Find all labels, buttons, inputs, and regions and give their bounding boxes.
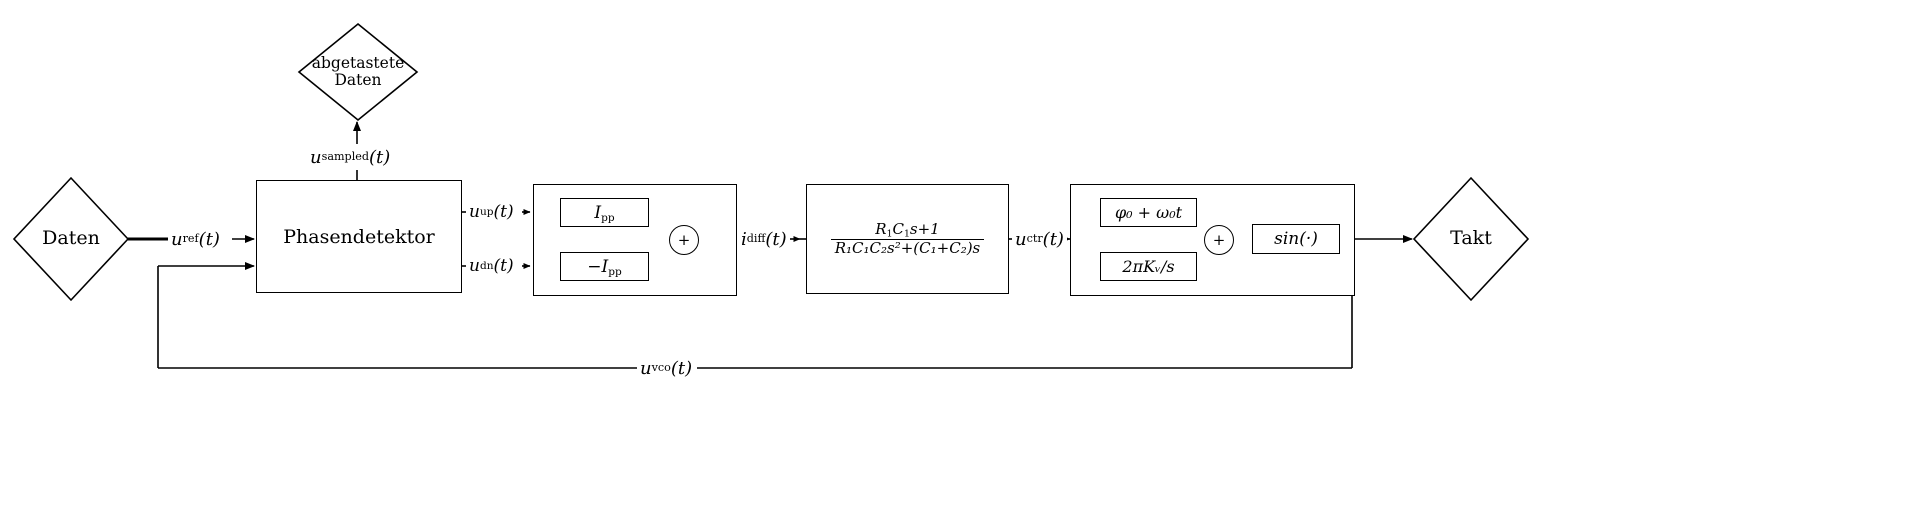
loop-filter-transfer-function: R1C1s+1 R₁C₁C₂s²+(C₁+C₂)s bbox=[830, 219, 985, 257]
loop-filter-block: R1C1s+1 R₁C₁C₂s²+(C₁+C₂)s bbox=[806, 184, 1009, 294]
vco-sine-label: sin(·) bbox=[1274, 229, 1318, 249]
signal-label-u-sampled: u sampled (t) bbox=[307, 144, 394, 170]
vco-integrator-label: 2πKᵥ/s bbox=[1122, 257, 1175, 276]
signal-label-u-up: u up (t) bbox=[466, 199, 517, 225]
phase-detector-label: Phasendetektor bbox=[283, 225, 435, 248]
block-diagram-canvas: Daten abgetastete Daten Phasendetektor I… bbox=[0, 0, 1927, 512]
charge-pump-dn-current-block: −Ipp bbox=[560, 252, 649, 281]
vco-sine-block: sin(·) bbox=[1252, 224, 1340, 254]
phase-detector-block: Phasendetektor bbox=[256, 180, 462, 293]
sampled-data-diamond: abgetastete Daten bbox=[297, 22, 419, 122]
data-source-label: Daten bbox=[42, 227, 100, 250]
sampled-data-label-line2: Daten bbox=[334, 71, 382, 89]
vco-phase-offset-label: φ₀ + ω₀t bbox=[1114, 203, 1183, 222]
loop-filter-numerator: R1C1s+1 bbox=[875, 219, 940, 240]
charge-pump-sum-label: + bbox=[677, 231, 691, 249]
charge-pump-dn-current-label: −Ipp bbox=[587, 256, 622, 278]
charge-pump-summing-junction: + bbox=[669, 225, 699, 255]
data-source-diamond: Daten bbox=[12, 176, 130, 302]
signal-label-u-ctr: u ctr (t) bbox=[1012, 226, 1067, 252]
charge-pump-up-current-label: Ipp bbox=[594, 202, 615, 224]
clock-output-label: Takt bbox=[1450, 227, 1492, 250]
signal-label-u-dn: u dn (t) bbox=[466, 253, 517, 279]
vco-summing-junction: + bbox=[1204, 225, 1234, 255]
loop-filter-denominator: R₁C₁C₂s²+(C₁+C₂)s bbox=[830, 238, 985, 257]
vco-sum-label: + bbox=[1212, 231, 1226, 249]
signal-label-i-diff: i diff (t) bbox=[738, 226, 790, 252]
clock-output-diamond: Takt bbox=[1412, 176, 1530, 302]
signal-label-u-vco: u vco (t) bbox=[637, 355, 696, 381]
vco-phase-offset-block: φ₀ + ω₀t bbox=[1100, 198, 1197, 227]
vco-integrator-block: 2πKᵥ/s bbox=[1100, 252, 1197, 281]
charge-pump-up-current-block: Ipp bbox=[560, 198, 649, 227]
signal-label-u-ref: u ref (t) bbox=[168, 226, 223, 252]
sampled-data-label-line1: abgetastete bbox=[311, 53, 405, 72]
